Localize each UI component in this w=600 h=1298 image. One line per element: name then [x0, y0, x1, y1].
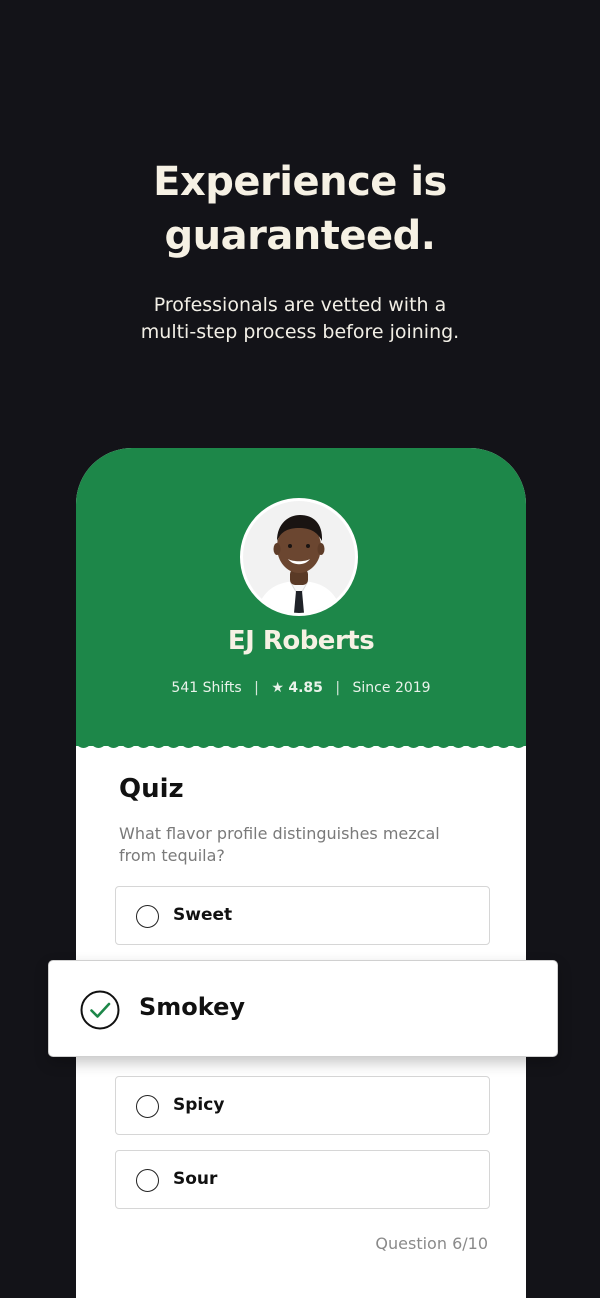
- option-label: Sour: [173, 1169, 218, 1189]
- option-sweet[interactable]: Sweet: [115, 886, 490, 945]
- radio-circle-icon: [136, 1169, 159, 1192]
- shifts-count: 541 Shifts: [171, 680, 242, 696]
- profile-name: EJ Roberts: [227, 626, 375, 656]
- radio-circle-icon: [136, 1095, 159, 1118]
- phone-card: EJ Roberts 541 Shifts | ★ 4.85 | Since 2…: [76, 448, 526, 1298]
- quiz-question: What flavor profile distinguishes mezcal…: [119, 824, 440, 865]
- question-progress: Question 6/10: [375, 1234, 488, 1253]
- option-label: Sweet: [173, 905, 233, 925]
- rating-value: 4.85: [288, 680, 323, 696]
- wave-divider: [76, 738, 526, 748]
- avatar: [240, 498, 358, 616]
- separator: |: [335, 680, 341, 696]
- headline-line-1: Experience is: [153, 159, 447, 205]
- separator: |: [254, 680, 259, 696]
- member-since: Since 2019: [352, 680, 431, 696]
- option-smokey-selected[interactable]: Smokey: [48, 960, 558, 1057]
- option-spicy[interactable]: Spicy: [115, 1076, 490, 1135]
- option-label: Smokey: [139, 993, 246, 1021]
- headline-line-2: guaranteed.: [164, 213, 436, 259]
- radio-circle-icon: [136, 905, 159, 928]
- check-circle-icon: [80, 990, 120, 1030]
- subtitle: Professionals are vetted with a multi-st…: [0, 292, 600, 346]
- option-sour[interactable]: Sour: [115, 1150, 490, 1209]
- star-icon: ★: [271, 680, 284, 696]
- profile-stats: 541 Shifts | ★ 4.85 | Since 2019: [76, 680, 526, 696]
- option-label: Spicy: [173, 1095, 225, 1115]
- subtitle-line-1: Professionals are vetted with a: [153, 294, 447, 316]
- profile-header: EJ Roberts 541 Shifts | ★ 4.85 | Since 2…: [76, 448, 526, 746]
- quiz-title: Quiz: [119, 774, 184, 804]
- subtitle-line-2: multi-step process before joining.: [140, 321, 460, 343]
- headline: Experience is guaranteed.: [0, 155, 600, 263]
